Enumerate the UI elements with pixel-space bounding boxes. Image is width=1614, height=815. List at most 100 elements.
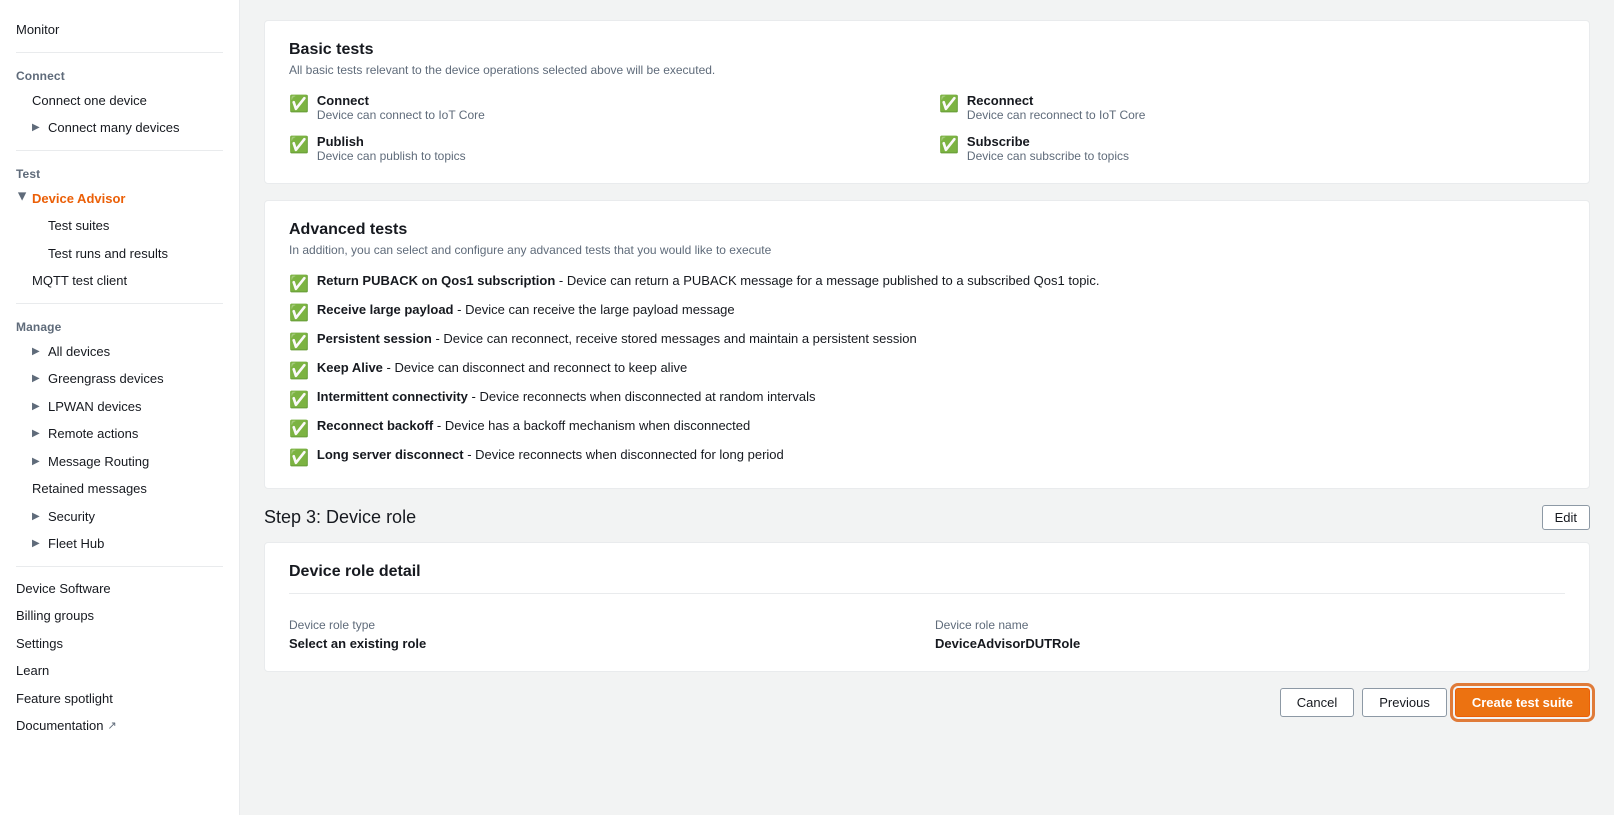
retained-messages-label: Retained messages — [32, 479, 147, 499]
adv-desc-puback: Device can return a PUBACK message for a… — [567, 273, 1100, 288]
adv-test-persistent: ✅ Persistent session - Device can reconn… — [289, 331, 1565, 352]
sidebar-item-test-suites[interactable]: Test suites — [0, 212, 239, 240]
test-item-subscribe: ✅ Subscribe Device can subscribe to topi… — [939, 134, 1565, 163]
adv-name-intermittent: Intermittent connectivity — [317, 389, 468, 404]
test-runs-label: Test runs and results — [48, 244, 168, 264]
test-desc-publish: Device can publish to topics — [317, 149, 466, 163]
basic-tests-subtitle: All basic tests relevant to the device o… — [289, 63, 1565, 77]
test-desc-connect: Device can connect to IoT Core — [317, 108, 485, 122]
sidebar-item-mqtt-client[interactable]: MQTT test client — [0, 267, 239, 295]
adv-name-keepalive: Keep Alive — [317, 360, 383, 375]
chevron-right-icon-greengrass: ▶ — [32, 371, 44, 386]
sidebar-item-device-software[interactable]: Device Software — [0, 575, 239, 603]
connect-one-label: Connect one device — [32, 91, 147, 111]
greengrass-label: Greengrass devices — [48, 369, 164, 389]
basic-tests-card: Basic tests All basic tests relevant to … — [264, 20, 1590, 184]
check-icon-persistent: ✅ — [289, 332, 309, 352]
adv-test-keepalive: ✅ Keep Alive - Device can disconnect and… — [289, 360, 1565, 381]
documentation-label: Documentation — [16, 716, 103, 736]
role-name-label: Device role name — [935, 618, 1565, 632]
test-item-reconnect: ✅ Reconnect Device can reconnect to IoT … — [939, 93, 1565, 122]
sidebar-item-device-advisor[interactable]: ▶ Device Advisor — [0, 185, 239, 213]
previous-button[interactable]: Previous — [1362, 688, 1447, 717]
sidebar-item-connect-many[interactable]: ▶ Connect many devices — [0, 114, 239, 142]
advanced-tests-card: Advanced tests In addition, you can sele… — [264, 200, 1590, 489]
sidebar-item-billing-groups[interactable]: Billing groups — [0, 602, 239, 630]
sidebar-item-fleet-hub[interactable]: ▶ Fleet Hub — [0, 530, 239, 558]
step3-title: Step 3: Device role — [264, 507, 416, 528]
sidebar-item-remote-actions[interactable]: ▶ Remote actions — [0, 420, 239, 448]
check-icon-connect: ✅ — [289, 94, 309, 114]
security-label: Security — [48, 507, 95, 527]
check-icon-publish: ✅ — [289, 135, 309, 155]
sidebar-item-all-devices[interactable]: ▶ All devices — [0, 338, 239, 366]
adv-name-large-payload: Receive large payload — [317, 302, 454, 317]
fleet-hub-label: Fleet Hub — [48, 534, 104, 554]
device-role-card: Device role detail Device role type Sele… — [264, 542, 1590, 672]
sidebar-item-greengrass[interactable]: ▶ Greengrass devices — [0, 365, 239, 393]
device-software-label: Device Software — [16, 579, 111, 599]
sidebar-item-security[interactable]: ▶ Security — [0, 503, 239, 531]
sidebar-item-feature-spotlight[interactable]: Feature spotlight — [0, 685, 239, 713]
check-icon-backoff: ✅ — [289, 419, 309, 439]
adv-test-puback: ✅ Return PUBACK on Qos1 subscription - D… — [289, 273, 1565, 294]
role-name-value: DeviceAdvisorDUTRole — [935, 636, 1565, 651]
check-icon-subscribe: ✅ — [939, 135, 959, 155]
role-type-label: Device role type — [289, 618, 919, 632]
adv-test-backoff: ✅ Reconnect backoff - Device has a backo… — [289, 418, 1565, 439]
chevron-right-icon-lpwan: ▶ — [32, 399, 44, 414]
chevron-right-icon-remote: ▶ — [32, 426, 44, 441]
create-test-suite-button[interactable]: Create test suite — [1455, 688, 1590, 717]
test-name-reconnect: Reconnect — [967, 93, 1146, 108]
external-link-icon: ↗ — [107, 718, 116, 735]
sidebar-label-monitor: Monitor — [16, 20, 59, 40]
adv-test-large-payload: ✅ Receive large payload - Device can rec… — [289, 302, 1565, 323]
sidebar-item-monitor[interactable]: Monitor — [0, 16, 239, 44]
sidebar-section-test: Test — [0, 159, 239, 185]
adv-desc-keepalive: Device can disconnect and reconnect to k… — [395, 360, 688, 375]
role-detail-section: Device role type Select an existing role… — [289, 606, 1565, 651]
test-desc-reconnect: Device can reconnect to IoT Core — [967, 108, 1146, 122]
sidebar-section-connect: Connect — [0, 61, 239, 87]
check-icon-large-payload: ✅ — [289, 303, 309, 323]
adv-desc-persistent: Device can reconnect, receive stored mes… — [443, 331, 916, 346]
edit-button[interactable]: Edit — [1542, 505, 1590, 530]
advanced-tests-subtitle: In addition, you can select and configur… — [289, 243, 1565, 257]
sidebar-item-settings[interactable]: Settings — [0, 630, 239, 658]
footer-actions: Cancel Previous Create test suite — [264, 688, 1590, 725]
adv-desc-backoff: Device has a backoff mechanism when disc… — [445, 418, 750, 433]
chevron-right-icon-devices: ▶ — [32, 344, 44, 359]
sidebar-item-message-routing[interactable]: ▶ Message Routing — [0, 448, 239, 476]
sidebar-item-test-runs[interactable]: Test runs and results — [0, 240, 239, 268]
step3-header: Step 3: Device role Edit — [264, 505, 1590, 530]
sidebar-item-learn[interactable]: Learn — [0, 657, 239, 685]
sidebar-item-connect-one[interactable]: Connect one device — [0, 87, 239, 115]
check-icon-puback: ✅ — [289, 274, 309, 294]
chevron-right-icon: ▶ — [32, 120, 44, 135]
sidebar-item-lpwan[interactable]: ▶ LPWAN devices — [0, 393, 239, 421]
adv-name-persistent: Persistent session — [317, 331, 432, 346]
role-type-field: Device role type Select an existing role — [289, 618, 919, 651]
sidebar-item-retained-messages[interactable]: Retained messages — [0, 475, 239, 503]
chevron-down-icon: ▶ — [15, 192, 30, 204]
mqtt-client-label: MQTT test client — [32, 271, 127, 291]
cancel-button[interactable]: Cancel — [1280, 688, 1354, 717]
learn-label: Learn — [16, 661, 49, 681]
feature-spotlight-label: Feature spotlight — [16, 689, 113, 709]
adv-desc-long-disconnect: Device reconnects when disconnected for … — [475, 447, 784, 462]
message-routing-label: Message Routing — [48, 452, 149, 472]
basic-tests-grid: ✅ Connect Device can connect to IoT Core… — [289, 93, 1565, 163]
adv-test-long-disconnect: ✅ Long server disconnect - Device reconn… — [289, 447, 1565, 468]
sidebar-item-documentation[interactable]: Documentation ↗ — [0, 712, 239, 740]
adv-name-backoff: Reconnect backoff — [317, 418, 433, 433]
check-icon-reconnect: ✅ — [939, 94, 959, 114]
test-name-publish: Publish — [317, 134, 466, 149]
advanced-tests-title: Advanced tests — [289, 221, 1565, 239]
device-role-card-title: Device role detail — [289, 563, 1565, 581]
chevron-right-icon-security: ▶ — [32, 509, 44, 524]
main-content: Basic tests All basic tests relevant to … — [240, 0, 1614, 815]
connect-many-label: Connect many devices — [48, 118, 180, 138]
adv-test-intermittent: ✅ Intermittent connectivity - Device rec… — [289, 389, 1565, 410]
test-name-subscribe: Subscribe — [967, 134, 1129, 149]
test-item-connect: ✅ Connect Device can connect to IoT Core — [289, 93, 915, 122]
